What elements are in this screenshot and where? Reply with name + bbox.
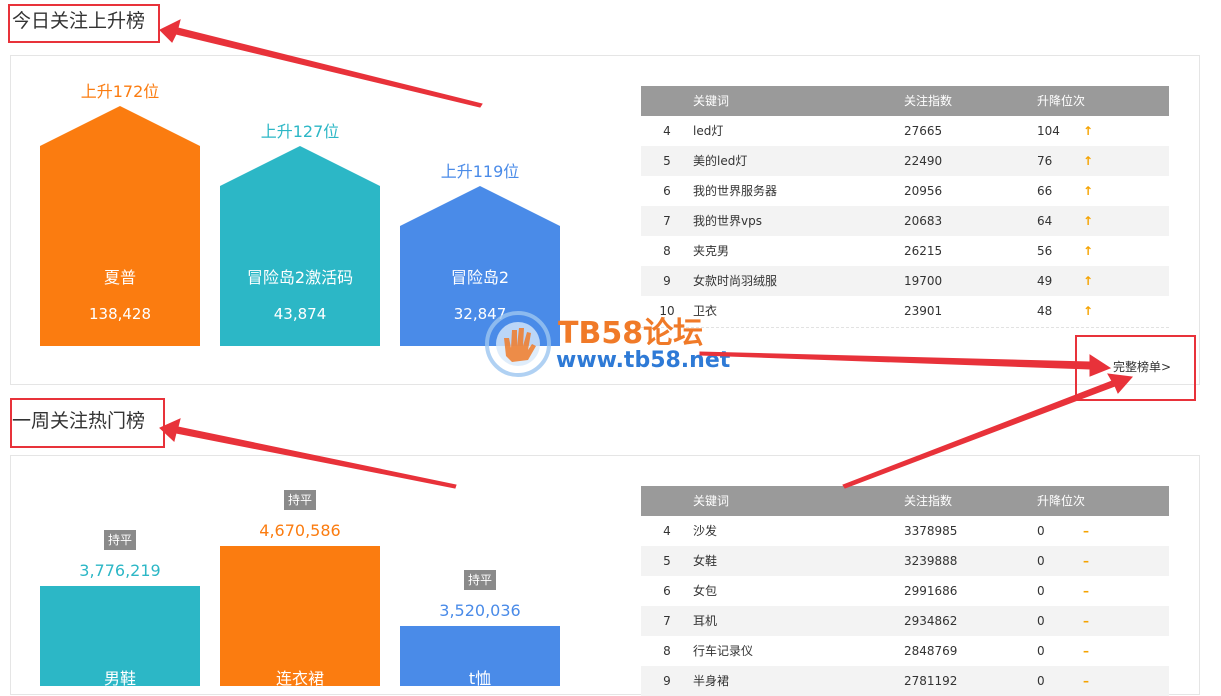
arrow-to-title1-icon [159, 19, 483, 108]
arrow-to-link2-icon [842, 373, 1133, 489]
arrow-to-link-icon [699, 351, 1112, 377]
annotation-arrows [159, 19, 1133, 489]
arrow-to-title2-icon [159, 418, 457, 489]
